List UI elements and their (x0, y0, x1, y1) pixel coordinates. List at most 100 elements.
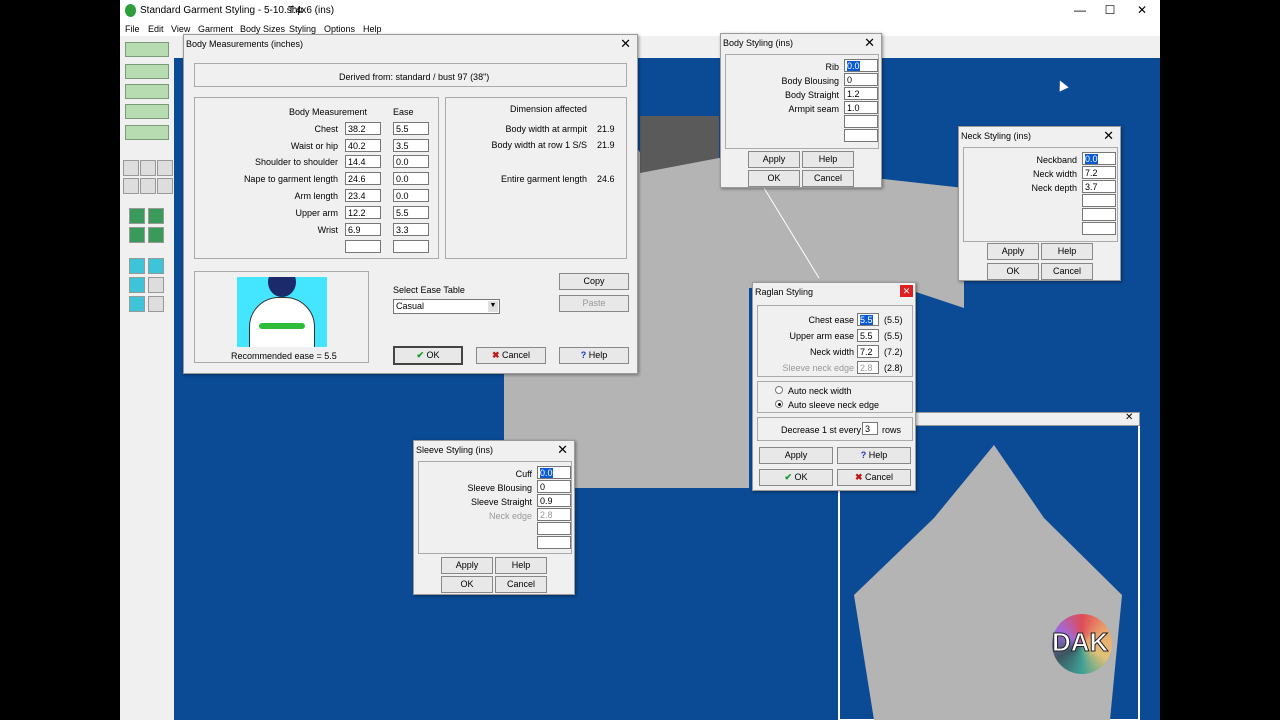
auto-sleeve-radio[interactable] (775, 400, 783, 408)
shape-icon-5[interactable] (129, 296, 145, 312)
redo-icon[interactable] (157, 178, 173, 194)
close-button[interactable]: ✕ (1132, 3, 1152, 17)
print-icon[interactable] (157, 160, 173, 176)
copy-button[interactable]: Copy (559, 273, 629, 290)
close-icon[interactable]: ✕ (900, 285, 913, 297)
neck-depth-field[interactable]: 3.7 (1082, 180, 1116, 193)
shape-icon-2[interactable] (148, 258, 164, 274)
cancel-button[interactable]: ✖ Cancel (837, 469, 911, 486)
apply-button[interactable]: Apply (987, 243, 1039, 260)
ease-table-select[interactable]: Casual ▼ (393, 299, 500, 314)
pattern-icon-3[interactable] (129, 227, 145, 243)
ease-field[interactable]: 0.0 (393, 172, 429, 185)
empty-field[interactable] (844, 129, 878, 142)
menu-body-sizes[interactable]: Body Sizes (240, 24, 285, 34)
neck-width-field[interactable]: 7.2 (1082, 166, 1116, 179)
menu-file[interactable]: File (125, 24, 140, 34)
rib-field[interactable]: 0.0 (844, 59, 878, 72)
sleeve-straight-field[interactable]: 0.9 (537, 494, 571, 507)
sleeve-neck-edge-field[interactable]: 2.8 (857, 361, 879, 374)
empty-field[interactable] (1082, 222, 1116, 235)
ease-field[interactable]: 0.0 (393, 189, 429, 202)
empty-field[interactable] (1082, 208, 1116, 221)
measure-field[interactable]: 12.2 (345, 206, 381, 219)
menu-view[interactable]: View (171, 24, 190, 34)
sleeve-window-close-icon[interactable]: ✕ (1125, 412, 1133, 423)
undo-icon[interactable] (140, 178, 156, 194)
close-icon[interactable]: ✕ (557, 442, 568, 458)
cancel-button[interactable]: ✖ Cancel (476, 347, 546, 364)
close-icon[interactable]: ✕ (864, 35, 875, 51)
ease-field[interactable]: 5.5 (393, 206, 429, 219)
chevron-down-icon[interactable]: ▼ (488, 301, 498, 312)
paste-button[interactable]: Paste (559, 295, 629, 312)
auto-neck-radio[interactable] (775, 386, 783, 394)
ok-button[interactable]: OK (441, 576, 493, 593)
apply-button[interactable]: Apply (759, 447, 833, 464)
shape-icon-4[interactable] (148, 277, 164, 293)
measure-field[interactable]: 23.4 (345, 189, 381, 202)
pattern-icon-4[interactable] (148, 227, 164, 243)
open-icon[interactable] (123, 160, 139, 176)
measure-field-empty[interactable] (345, 240, 381, 253)
sleeve-tool-button[interactable] (125, 104, 169, 119)
armpit-seam-field[interactable]: 1.0 (844, 101, 878, 114)
chest-ease-field[interactable]: 5.5 (857, 313, 879, 326)
empty-field[interactable] (537, 522, 571, 535)
neckband-field[interactable]: 0.0 (1082, 152, 1116, 165)
cancel-button[interactable]: Cancel (495, 576, 547, 593)
ok-button[interactable]: ✔ OK (393, 346, 463, 365)
measure-tool-button[interactable] (125, 125, 169, 140)
empty-field[interactable] (844, 115, 878, 128)
maximize-button[interactable]: ☐ (1100, 3, 1120, 17)
measure-field[interactable]: 14.4 (345, 155, 381, 168)
ok-button[interactable]: OK (748, 170, 800, 187)
body-blousing-field[interactable]: 0 (844, 73, 878, 86)
decrease-rows-field[interactable]: 3 (862, 422, 878, 435)
pattern-icon-1[interactable] (129, 208, 145, 224)
body-tool-button[interactable] (125, 64, 169, 79)
help-button[interactable]: ? Help (559, 347, 629, 364)
empty-field[interactable] (537, 536, 571, 549)
menu-options[interactable]: Options (324, 24, 355, 34)
ease-field-empty[interactable] (393, 240, 429, 253)
body-straight-field[interactable]: 1.2 (844, 87, 878, 100)
empty-field[interactable] (1082, 194, 1116, 207)
ease-field[interactable]: 3.3 (393, 223, 429, 236)
neck-tool-button[interactable] (125, 84, 169, 99)
cuff-field[interactable]: 0.0 (537, 466, 571, 479)
cancel-button[interactable]: Cancel (1041, 263, 1093, 280)
close-icon[interactable]: ✕ (1103, 128, 1114, 144)
neck-edge-field[interactable]: 2.8 (537, 508, 571, 521)
help-button[interactable]: Help (1041, 243, 1093, 260)
measure-field[interactable]: 38.2 (345, 122, 381, 135)
shape-icon-3[interactable] (129, 277, 145, 293)
ok-button[interactable]: ✔ OK (759, 469, 833, 486)
menu-edit[interactable]: Edit (148, 24, 164, 34)
measure-field[interactable]: 24.6 (345, 172, 381, 185)
save-icon[interactable] (140, 160, 156, 176)
minimize-button[interactable]: — (1070, 3, 1090, 17)
help-button[interactable]: ? Help (837, 447, 911, 464)
measure-field[interactable]: 6.9 (345, 223, 381, 236)
measure-field[interactable]: 40.2 (345, 139, 381, 152)
neck-width-field[interactable]: 7.2 (857, 345, 879, 358)
shape-icon-6[interactable] (148, 296, 164, 312)
garment-tool-button[interactable] (125, 42, 169, 57)
ok-button[interactable]: OK (987, 263, 1039, 280)
close-icon[interactable]: ✕ (620, 36, 631, 52)
help-button[interactable]: Help (495, 557, 547, 574)
cancel-button[interactable]: Cancel (802, 170, 854, 187)
apply-button[interactable]: Apply (441, 557, 493, 574)
shape-icon-1[interactable] (129, 258, 145, 274)
help-button[interactable]: Help (802, 151, 854, 168)
menu-styling[interactable]: Styling (289, 24, 316, 34)
help-icon[interactable] (123, 178, 139, 194)
upper-arm-ease-field[interactable]: 5.5 (857, 329, 879, 342)
menu-garment[interactable]: Garment (198, 24, 233, 34)
pattern-icon-2[interactable] (148, 208, 164, 224)
ease-field[interactable]: 0.0 (393, 155, 429, 168)
ease-field[interactable]: 3.5 (393, 139, 429, 152)
ease-field[interactable]: 5.5 (393, 122, 429, 135)
menu-help[interactable]: Help (363, 24, 382, 34)
